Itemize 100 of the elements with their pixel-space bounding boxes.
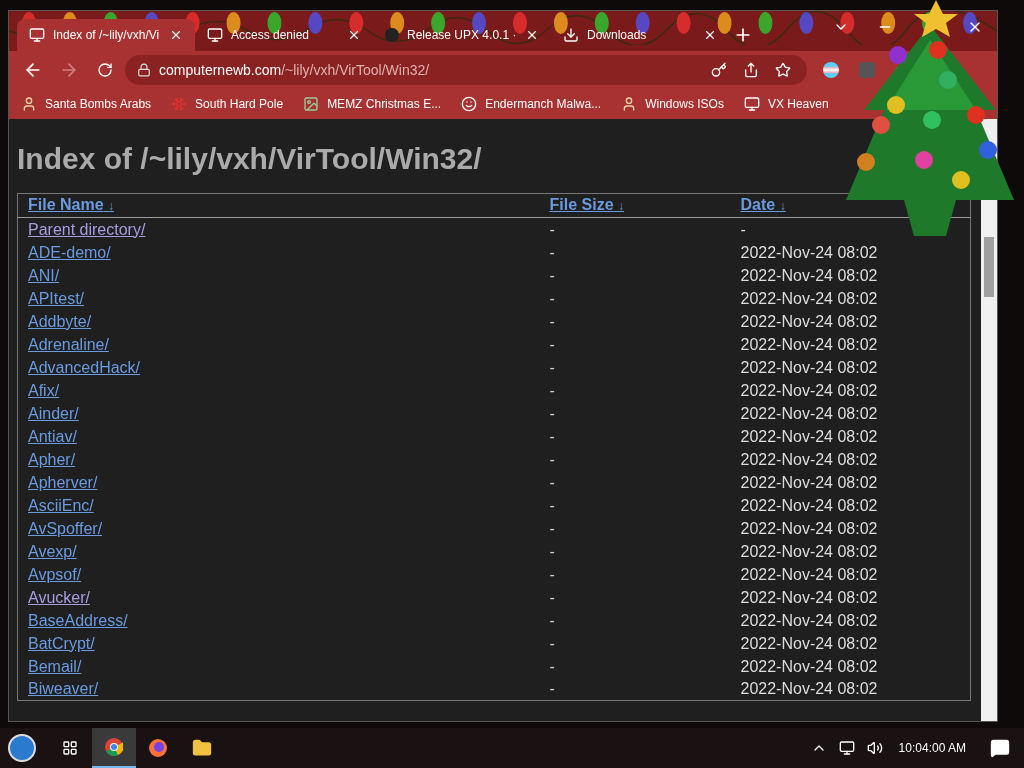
file-size: - xyxy=(549,243,555,261)
file-date: 2022-Nov-24 08:02 xyxy=(740,473,878,491)
clock[interactable]: 10:04:00 AM xyxy=(898,739,966,757)
file-size: - xyxy=(549,450,555,468)
file-date: 2022-Nov-24 08:02 xyxy=(740,266,878,284)
file-size: - xyxy=(549,312,555,330)
file-size: - xyxy=(549,473,555,491)
file-size: - xyxy=(549,542,555,560)
file-date: 2022-Nov-24 08:02 xyxy=(740,404,878,422)
file-date: 2022-Nov-24 08:02 xyxy=(740,381,878,399)
file-date: - xyxy=(740,220,746,238)
key-icon[interactable] xyxy=(711,62,727,78)
download-icon xyxy=(563,27,579,43)
close-icon[interactable] xyxy=(525,28,539,42)
file-link[interactable]: Avexp/ xyxy=(28,542,77,560)
file-date: 2022-Nov-24 08:02 xyxy=(740,335,878,353)
volume-icon[interactable] xyxy=(866,740,883,756)
file-link[interactable]: Addbyte/ xyxy=(28,312,92,330)
file-size: - xyxy=(549,565,555,583)
file-size: - xyxy=(549,634,555,652)
snowflake-icon xyxy=(171,96,188,112)
face-icon xyxy=(461,96,478,112)
browser-tab[interactable]: Index of /~lily/vxh/Vi xyxy=(17,19,195,51)
tab-title: Index of /~lily/vxh/Vi xyxy=(53,27,161,44)
profile-icon[interactable] xyxy=(823,62,839,78)
task-view-icon xyxy=(62,740,78,756)
bookmark[interactable]: Endermanch Malwa... xyxy=(461,95,602,113)
file-date: 2022-Nov-24 08:02 xyxy=(740,588,878,606)
browser-tab[interactable]: Access denied xyxy=(195,19,373,51)
folder-icon xyxy=(192,738,212,758)
file-size: - xyxy=(549,404,555,422)
computer-icon xyxy=(207,27,223,43)
share-icon[interactable] xyxy=(743,62,759,78)
file-size: - xyxy=(549,496,555,514)
file-link[interactable]: AvSpoffer/ xyxy=(28,519,103,537)
file-size: - xyxy=(549,427,555,445)
file-date: 2022-Nov-24 08:02 xyxy=(740,312,878,330)
file-size: - xyxy=(549,289,555,307)
image-icon xyxy=(303,96,320,112)
file-link[interactable]: Apherver/ xyxy=(28,473,98,491)
bookmark[interactable]: South Hard Pole xyxy=(171,95,284,113)
column-header-link[interactable]: File Name ↓ xyxy=(28,196,115,213)
file-size: - xyxy=(549,335,555,353)
tab-title: Downloads xyxy=(587,27,648,44)
file-size: - xyxy=(549,657,555,675)
file-date: 2022-Nov-24 08:02 xyxy=(740,289,878,307)
file-date: 2022-Nov-24 08:02 xyxy=(740,634,878,652)
browser-tab[interactable]: Downloads xyxy=(551,19,729,51)
file-link[interactable]: Biweaver/ xyxy=(28,680,99,698)
file-link[interactable]: Antiav/ xyxy=(28,427,77,445)
file-link[interactable]: Ainder/ xyxy=(28,404,79,422)
file-date: 2022-Nov-24 08:02 xyxy=(740,243,878,261)
file-link[interactable]: BaseAddress/ xyxy=(28,611,128,629)
address-bar[interactable]: computernewb.com/~lily/vxh/VirTool/Win32/ xyxy=(125,55,807,85)
notifications-icon[interactable] xyxy=(990,738,1010,758)
browser-tab[interactable]: Release UPX 4.0.1 · xyxy=(373,19,551,51)
file-date: 2022-Nov-24 08:02 xyxy=(740,496,878,514)
bookmark[interactable]: VX Heaven xyxy=(743,95,829,113)
bookmark[interactable]: MEMZ Christmas E... xyxy=(303,95,442,113)
file-link[interactable]: Parent directory/ xyxy=(28,220,146,238)
file-link[interactable]: ANI/ xyxy=(28,266,60,284)
file-link[interactable]: Adrenaline/ xyxy=(28,335,109,353)
bookmark[interactable]: Windows ISOs xyxy=(621,95,724,113)
file-link[interactable]: Avucker/ xyxy=(28,588,90,606)
figure-icon xyxy=(21,96,37,112)
close-icon[interactable] xyxy=(169,28,183,42)
bookmark-star-icon[interactable] xyxy=(775,62,791,78)
browser-icon xyxy=(149,739,167,757)
file-link[interactable]: AdvancedHack/ xyxy=(28,358,141,376)
column-header-link[interactable]: File Size ↓ xyxy=(549,196,624,213)
reload-icon[interactable] xyxy=(97,62,113,78)
file-link[interactable]: Bemail/ xyxy=(28,657,82,675)
scrollbar-thumb[interactable] xyxy=(984,237,994,297)
file-size: - xyxy=(549,358,555,376)
file-link[interactable]: Apher/ xyxy=(28,450,76,468)
network-icon[interactable] xyxy=(838,740,855,756)
round-icon xyxy=(385,28,399,42)
file-link[interactable]: APItest/ xyxy=(28,289,85,307)
url-text: computernewb.com/~lily/vxh/VirTool/Win32/ xyxy=(159,60,431,80)
close-icon[interactable] xyxy=(347,28,361,42)
close-icon[interactable] xyxy=(703,28,717,42)
file-date: 2022-Nov-24 08:02 xyxy=(740,358,878,376)
bookmark[interactable]: Santa Bombs Arabs xyxy=(21,95,152,113)
file-date: 2022-Nov-24 08:02 xyxy=(740,611,878,629)
file-link[interactable]: ADE-demo/ xyxy=(28,243,111,261)
file-link[interactable]: Afix/ xyxy=(28,381,60,399)
file-size: - xyxy=(549,680,555,698)
file-date: 2022-Nov-24 08:02 xyxy=(740,427,878,445)
file-size: - xyxy=(549,519,555,537)
computer-icon xyxy=(29,27,45,43)
taskbar-app[interactable] xyxy=(92,728,136,768)
file-link[interactable]: BatCrypt/ xyxy=(28,634,95,652)
file-date: 2022-Nov-24 08:02 xyxy=(740,565,878,583)
column-header-link[interactable]: Date ↓ xyxy=(740,196,786,213)
file-date: 2022-Nov-24 08:02 xyxy=(740,450,878,468)
file-link[interactable]: AsciiEnc/ xyxy=(28,496,94,514)
page-heading: Index of /~lily/vxh/VirTool/Win32/ xyxy=(17,141,483,177)
file-size: - xyxy=(549,220,555,238)
file-link[interactable]: Avpsof/ xyxy=(28,565,82,583)
file-size: - xyxy=(549,588,555,606)
